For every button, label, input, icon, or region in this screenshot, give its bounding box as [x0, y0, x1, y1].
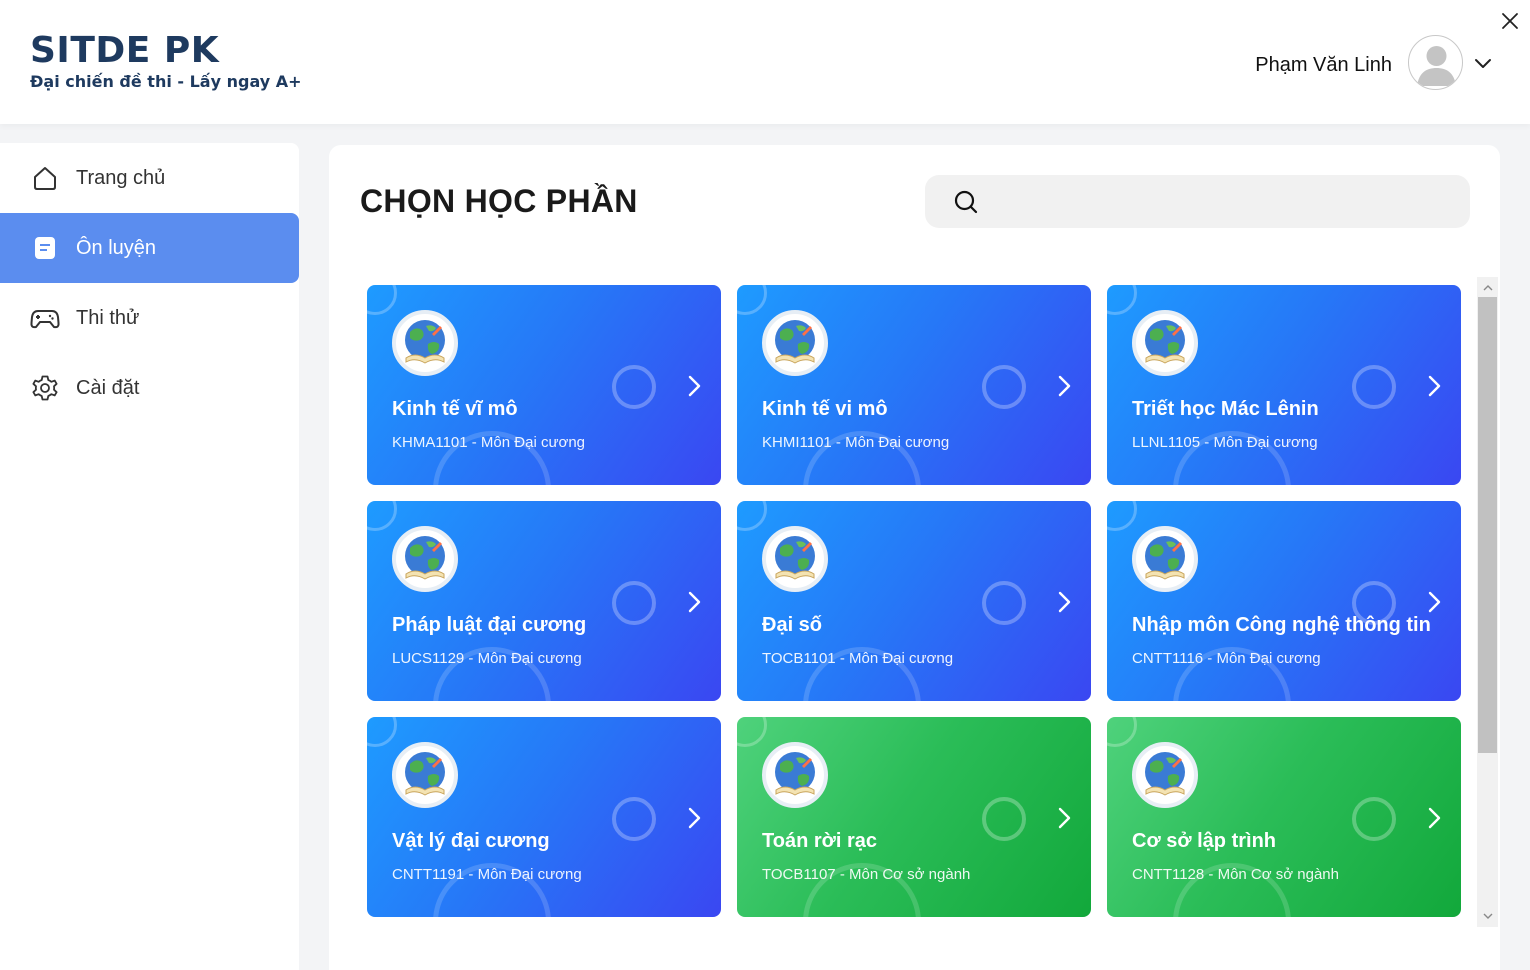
course-code: LUCS1129 - Môn Đại cương [392, 650, 582, 667]
sidebar-item-label: Ôn luyện [76, 236, 157, 259]
course-name: Cơ sở lập trình [1132, 830, 1277, 852]
chevron-right-icon[interactable] [1423, 371, 1445, 401]
sidebar-item-practice[interactable]: Ôn luyện [0, 213, 299, 283]
course-name: Nhập môn Công nghệ thông tin [1132, 614, 1431, 636]
chevron-right-icon[interactable] [1053, 371, 1075, 401]
course-card[interactable]: Kinh tế vĩ mô KHMA1101 - Môn Đại cương [367, 285, 721, 485]
gear-icon [30, 373, 60, 403]
course-logo-icon [762, 742, 828, 808]
search-input[interactable] [995, 175, 1455, 228]
sidebar-item-mock-exam[interactable]: Thi thử [0, 283, 299, 353]
chevron-right-icon[interactable] [1423, 803, 1445, 833]
decorative-ring [737, 717, 767, 747]
chevron-right-icon[interactable] [683, 803, 705, 833]
sidebar-item-settings[interactable]: Cài đặt [0, 353, 299, 423]
sidebar-item-label: Cài đặt [76, 376, 140, 399]
user-name[interactable]: Phạm Văn Linh [1255, 54, 1392, 77]
chevron-right-icon[interactable] [683, 587, 705, 617]
course-logo-icon [762, 310, 828, 376]
course-code: TOCB1107 - Môn Cơ sở ngành [762, 866, 971, 883]
course-code: KHMI1101 - Môn Đại cương [762, 434, 950, 451]
chevron-down-icon[interactable] [1472, 52, 1494, 74]
course-logo-icon [392, 742, 458, 808]
decorative-ring [1352, 797, 1396, 841]
course-code: LLNL1105 - Môn Đại cương [1132, 434, 1318, 451]
decorative-ring [982, 581, 1026, 625]
decorative-ring [612, 581, 656, 625]
course-card[interactable]: Nhập môn Công nghệ thông tin CNTT1116 - M… [1107, 501, 1461, 701]
course-card[interactable]: Pháp luật đại cương LUCS1129 - Môn Đại cư… [367, 501, 721, 701]
course-code: TOCB1101 - Môn Đại cương [762, 650, 954, 667]
scrollbar-thumb[interactable] [1478, 297, 1497, 753]
document-icon [30, 233, 60, 263]
decorative-ring [1107, 285, 1137, 315]
decorative-ring [367, 285, 397, 315]
brand-subtitle: Đại chiến đề thi - Lấy ngay A+ [30, 72, 302, 91]
page-title: CHỌN HỌC PHẦN [360, 183, 638, 219]
sidebar-item-label: Trang chủ [76, 166, 166, 189]
course-name: Triết học Mác Lênin [1132, 398, 1319, 420]
course-name: Pháp luật đại cương [392, 614, 587, 636]
course-logo-icon [1132, 310, 1198, 376]
chevron-right-icon[interactable] [1053, 587, 1075, 617]
home-icon [30, 163, 60, 193]
course-code: CNTT1191 - Môn Đại cương [392, 866, 582, 883]
course-name: Kinh tế vi mô [762, 398, 888, 420]
course-name: Vật lý đại cương [392, 830, 550, 852]
course-card[interactable]: Vật lý đại cương CNTT1191 - Môn Đại cương [367, 717, 721, 917]
course-card[interactable]: Cơ sở lập trình CNTT1128 - Môn Cơ sở ngàn… [1107, 717, 1461, 917]
course-name: Kinh tế vĩ mô [392, 398, 518, 420]
decorative-ring [1107, 717, 1137, 747]
course-card[interactable]: Triết học Mác Lênin LLNL1105 - Môn Đại cư… [1107, 285, 1461, 485]
decorative-ring [612, 797, 656, 841]
course-logo-icon [392, 526, 458, 592]
decorative-ring [737, 501, 767, 531]
scroll-up-arrow-icon[interactable] [1477, 279, 1498, 297]
brand-logo[interactable]: SITDE PK Đại chiến đề thi - Lấy ngay A+ [30, 30, 302, 92]
chevron-right-icon[interactable] [1423, 587, 1445, 617]
course-logo-icon [1132, 742, 1198, 808]
course-card[interactable]: Đại số TOCB1101 - Môn Đại cương [737, 501, 1091, 701]
decorative-ring [612, 365, 656, 409]
course-logo-icon [1132, 526, 1198, 592]
decorative-ring [1107, 501, 1137, 531]
decorative-ring [982, 365, 1026, 409]
search-icon [953, 189, 979, 215]
chevron-right-icon[interactable] [1053, 803, 1075, 833]
brand-title: SITDE PK [30, 30, 220, 71]
app-header: SITDE PK Đại chiến đề thi - Lấy ngay A+ … [0, 0, 1530, 124]
course-name: Toán rời rạc [762, 830, 877, 852]
sidebar-item-label: Thi thử [76, 306, 140, 329]
avatar[interactable] [1408, 35, 1463, 90]
sidebar: Trang chủ Ôn luyện Thi thử Cài đặt [0, 143, 299, 970]
course-logo-icon [762, 526, 828, 592]
decorative-ring [982, 797, 1026, 841]
close-icon[interactable] [1499, 10, 1521, 32]
course-card[interactable]: Toán rời rạc TOCB1107 - Môn Cơ sở ngành [737, 717, 1091, 917]
course-code: KHMA1101 - Môn Đại cương [392, 434, 586, 451]
gamepad-icon [30, 303, 60, 333]
course-logo-icon [392, 310, 458, 376]
sidebar-item-home[interactable]: Trang chủ [0, 143, 299, 213]
course-code: CNTT1128 - Môn Cơ sở ngành [1132, 866, 1339, 883]
course-card[interactable]: Kinh tế vi mô KHMI1101 - Môn Đại cương [737, 285, 1091, 485]
decorative-ring [737, 285, 767, 315]
decorative-ring [367, 501, 397, 531]
decorative-ring [1352, 365, 1396, 409]
course-name: Đại số [762, 614, 823, 636]
chevron-right-icon[interactable] [683, 371, 705, 401]
search-box[interactable] [925, 175, 1470, 228]
course-code: CNTT1116 - Môn Đại cương [1132, 650, 1321, 667]
scroll-down-arrow-icon[interactable] [1477, 907, 1498, 925]
decorative-ring [367, 717, 397, 747]
